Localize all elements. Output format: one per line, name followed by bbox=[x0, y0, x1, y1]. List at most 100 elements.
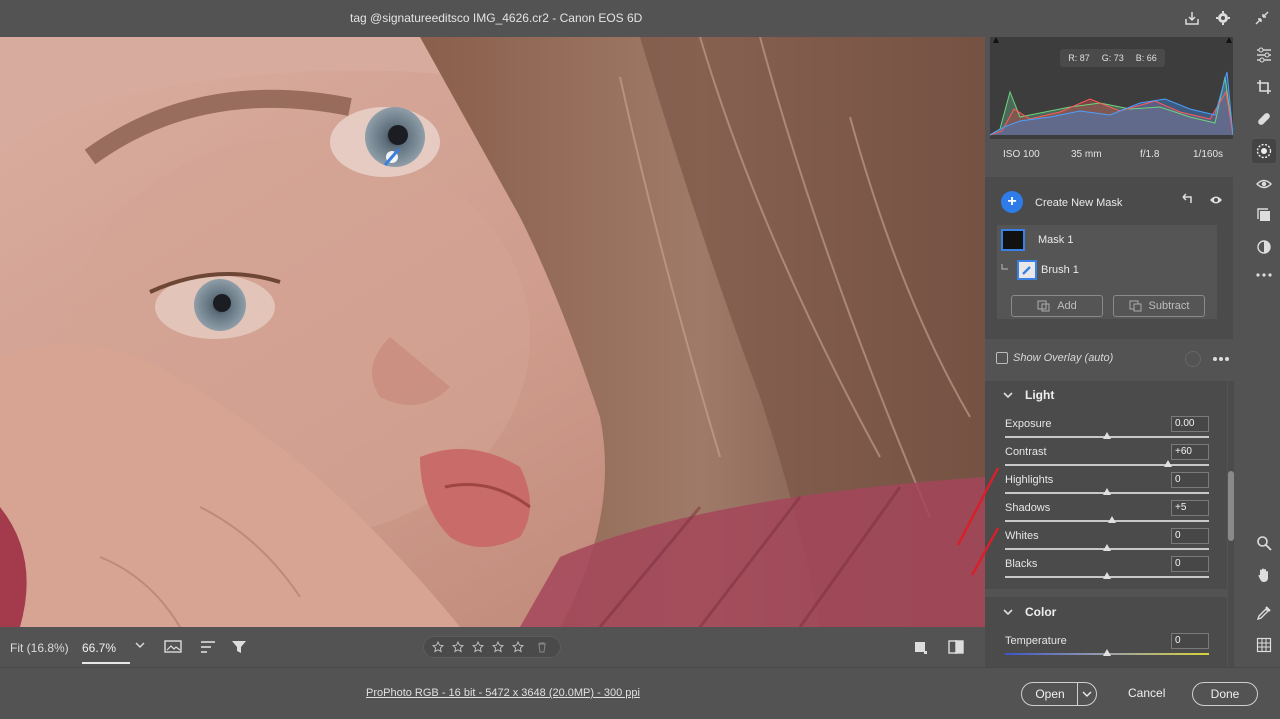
edit-panel: R: 87 G: 73 B: 66 ISO 100 35 mm f/1.8 1/… bbox=[985, 37, 1243, 667]
edit-sliders-icon[interactable] bbox=[1252, 43, 1276, 67]
open-separator bbox=[1077, 683, 1078, 705]
shutter-speed: 1/160s bbox=[1193, 149, 1224, 160]
crop-icon[interactable] bbox=[1252, 75, 1276, 99]
chevron-down-icon[interactable] bbox=[1082, 689, 1092, 702]
image-toolbar: Fit (16.8%) 66.7% bbox=[0, 627, 985, 667]
subtract-button[interactable]: Subtract bbox=[1113, 295, 1205, 317]
sort-icon[interactable] bbox=[197, 637, 219, 657]
slider-exposure[interactable]: Exposure 0.00 bbox=[985, 416, 1227, 444]
overlay-label[interactable]: Show Overlay (auto) bbox=[1013, 352, 1113, 364]
slider-thumb[interactable] bbox=[1164, 460, 1173, 467]
slider-thumb[interactable] bbox=[1103, 544, 1111, 551]
overlay-row: Show Overlay (auto) bbox=[985, 339, 1233, 379]
slider-thumb[interactable] bbox=[1103, 572, 1111, 579]
star-icon[interactable] bbox=[510, 639, 526, 655]
add-button[interactable]: Add bbox=[1011, 295, 1103, 317]
slider-temperature[interactable]: Temperature 0 bbox=[985, 633, 1227, 661]
slider-thumb[interactable] bbox=[1108, 516, 1117, 523]
subitem-arrow-icon bbox=[1000, 263, 1010, 276]
star-icon[interactable] bbox=[430, 639, 446, 655]
slider-thumb[interactable] bbox=[1103, 432, 1111, 439]
compare-single-icon[interactable] bbox=[909, 637, 931, 657]
color-title[interactable]: Color bbox=[1025, 605, 1056, 619]
chevron-down-icon[interactable] bbox=[1003, 390, 1013, 403]
red-eye-icon[interactable] bbox=[1252, 171, 1276, 195]
grid-icon[interactable] bbox=[1252, 633, 1276, 657]
slider-track[interactable] bbox=[1005, 520, 1209, 522]
more-options-icon[interactable] bbox=[1213, 353, 1229, 365]
overlay-checkbox[interactable] bbox=[996, 352, 1008, 364]
filmstrip-icon[interactable] bbox=[163, 637, 185, 657]
healing-icon[interactable] bbox=[1252, 107, 1276, 131]
slider-value-input[interactable]: 0 bbox=[1171, 472, 1209, 488]
light-title[interactable]: Light bbox=[1025, 388, 1054, 402]
star-rating[interactable] bbox=[423, 636, 561, 658]
red-value: R: 87 bbox=[1068, 53, 1090, 63]
panel-scrollbar[interactable] bbox=[1228, 381, 1234, 667]
slider-shadows[interactable]: Shadows +5 bbox=[985, 500, 1227, 528]
slider-label: Contrast bbox=[1005, 446, 1047, 458]
collapse-icon[interactable] bbox=[1252, 8, 1272, 28]
slider-thumb[interactable] bbox=[1103, 488, 1111, 495]
subtract-mask-icon bbox=[1129, 300, 1142, 312]
light-section: Light Exposure 0.00 Contrast +60 Highlights 0… bbox=[985, 381, 1227, 589]
trash-icon[interactable] bbox=[534, 639, 550, 655]
reset-icon[interactable] bbox=[1179, 193, 1195, 210]
gear-icon[interactable] bbox=[1213, 8, 1233, 28]
focal-length: 35 mm bbox=[1071, 149, 1102, 160]
photo-canvas[interactable] bbox=[0, 37, 985, 627]
open-button[interactable]: Open bbox=[1021, 682, 1097, 706]
slider-contrast[interactable]: Contrast +60 bbox=[985, 444, 1227, 472]
slider-label: Temperature bbox=[1005, 635, 1067, 647]
chevron-down-icon[interactable] bbox=[1003, 607, 1013, 620]
slider-value-input[interactable]: +5 bbox=[1171, 500, 1209, 516]
zoom-fit-button[interactable]: Fit (16.8%) bbox=[10, 641, 69, 655]
eyedropper-icon[interactable] bbox=[1252, 601, 1276, 625]
slider-value-input[interactable]: 0 bbox=[1171, 528, 1209, 544]
slider-track[interactable] bbox=[1005, 464, 1209, 466]
slider-label: Exposure bbox=[1005, 418, 1052, 430]
cancel-button[interactable]: Cancel bbox=[1128, 686, 1165, 700]
chevron-down-icon[interactable] bbox=[135, 640, 145, 653]
window-title: tag @signatureeditsco IMG_4626.cr2 - Can… bbox=[350, 11, 643, 25]
mask-item[interactable]: Mask 1 bbox=[997, 227, 1217, 255]
slider-thumb[interactable] bbox=[1103, 649, 1111, 656]
slider-highlights[interactable]: Highlights 0 bbox=[985, 472, 1227, 500]
star-icon[interactable] bbox=[450, 639, 466, 655]
eye-icon[interactable] bbox=[1209, 194, 1223, 209]
slider-value-input[interactable]: 0.00 bbox=[1171, 416, 1209, 432]
slider-value-input[interactable]: 0 bbox=[1171, 556, 1209, 572]
snapshots-icon[interactable] bbox=[1252, 235, 1276, 259]
slider-label: Highlights bbox=[1005, 474, 1054, 486]
save-image-icon[interactable] bbox=[1182, 8, 1202, 28]
slider-whites[interactable]: Whites 0 bbox=[985, 528, 1227, 556]
slider-value-input[interactable]: 0 bbox=[1171, 633, 1209, 649]
star-icon[interactable] bbox=[490, 639, 506, 655]
presets-icon[interactable] bbox=[1252, 203, 1276, 227]
mask-thumbnail bbox=[1001, 229, 1025, 251]
more-tools-icon[interactable] bbox=[1252, 263, 1276, 287]
zoom-icon[interactable] bbox=[1252, 531, 1276, 555]
masking-icon[interactable] bbox=[1252, 139, 1276, 163]
hand-icon[interactable] bbox=[1252, 563, 1276, 587]
color-section: Color Temperature 0 bbox=[985, 597, 1227, 667]
brush-item[interactable]: Brush 1 bbox=[997, 257, 1217, 285]
filter-icon[interactable] bbox=[228, 637, 250, 657]
overlay-color-swatch[interactable] bbox=[1185, 351, 1201, 367]
create-mask-button[interactable]: + bbox=[1001, 191, 1023, 213]
iso-value: ISO 100 bbox=[1003, 149, 1040, 160]
create-mask-label[interactable]: Create New Mask bbox=[1035, 197, 1122, 209]
slider-blacks[interactable]: Blacks 0 bbox=[985, 556, 1227, 584]
slider-label: Shadows bbox=[1005, 502, 1051, 514]
star-icon[interactable] bbox=[470, 639, 486, 655]
brush-icon bbox=[1017, 260, 1037, 280]
workflow-options-link[interactable]: ProPhoto RGB - 16 bit - 5472 x 3648 (20.… bbox=[366, 687, 640, 699]
scroll-thumb[interactable] bbox=[1228, 471, 1234, 541]
before-after-icon[interactable] bbox=[945, 637, 967, 657]
histogram: R: 87 G: 73 B: 66 bbox=[990, 37, 1233, 139]
title-bar: tag @signatureeditsco IMG_4626.cr2 - Can… bbox=[0, 0, 1280, 37]
rgb-readout: R: 87 G: 73 B: 66 bbox=[1060, 49, 1165, 67]
slider-value-input[interactable]: +60 bbox=[1171, 444, 1209, 460]
zoom-level[interactable]: 66.7% bbox=[82, 641, 116, 655]
done-button[interactable]: Done bbox=[1192, 682, 1258, 706]
